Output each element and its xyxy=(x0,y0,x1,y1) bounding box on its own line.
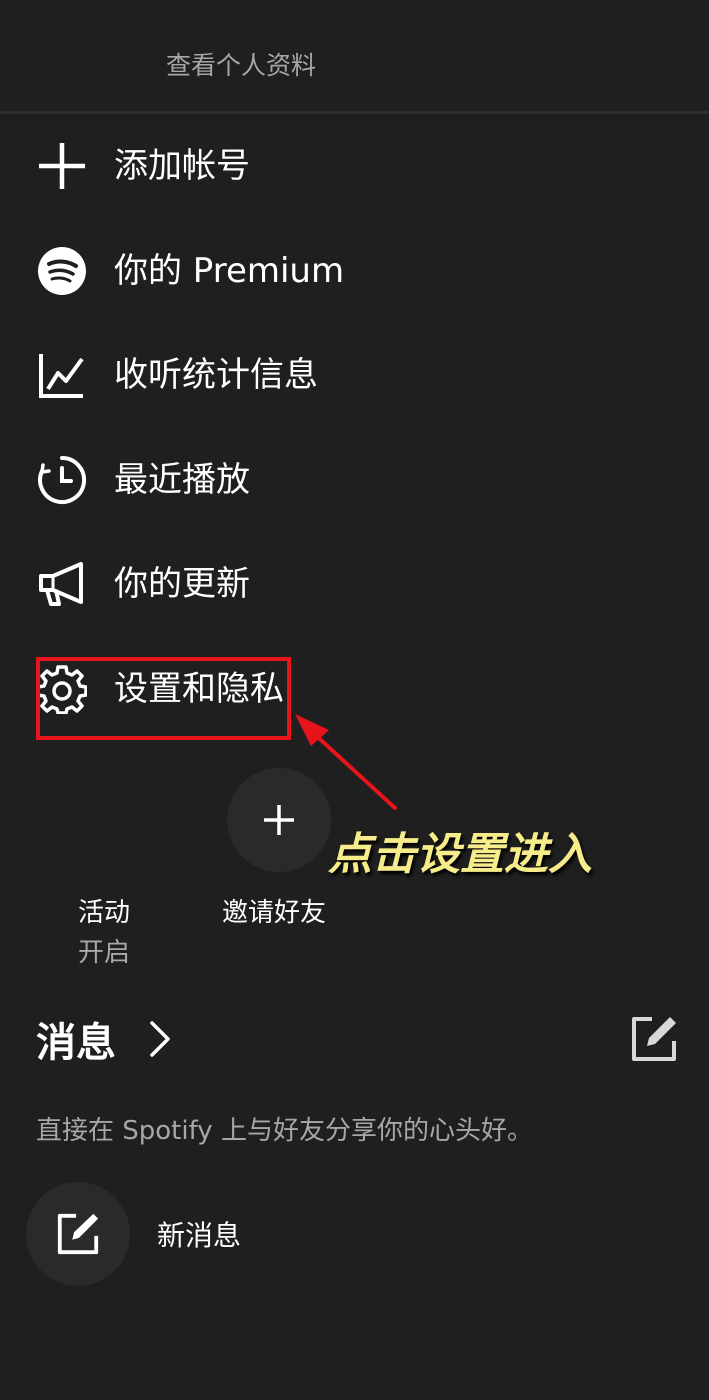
menu-item-label: 添加帐号 xyxy=(114,146,250,186)
activity-status: 开启 xyxy=(78,938,131,968)
compose-icon xyxy=(57,1213,99,1255)
invite-friends-label[interactable]: 邀请好友 xyxy=(222,892,326,929)
plus-icon xyxy=(36,140,88,192)
chevron-right-icon[interactable] xyxy=(148,1020,172,1058)
new-message-label[interactable]: 新消息 xyxy=(157,1214,241,1254)
messages-title[interactable]: 消息 xyxy=(36,1010,116,1068)
menu-item-label: 你的更新 xyxy=(114,564,250,604)
menu-item-add-account[interactable]: 添加帐号 xyxy=(0,140,709,220)
new-message-button[interactable] xyxy=(26,1182,130,1286)
menu-item-label: 最近播放 xyxy=(114,460,250,500)
spotify-logo-icon xyxy=(36,245,88,297)
menu-item-label: 你的 Premium xyxy=(114,251,345,291)
recent-clock-icon xyxy=(36,454,88,506)
menu-item-listening-stats[interactable]: 收听统计信息 xyxy=(0,349,709,429)
invite-friends-button[interactable] xyxy=(227,768,331,872)
stats-chart-icon xyxy=(36,349,88,401)
activity-label[interactable]: 活动 xyxy=(78,892,130,929)
menu-item-premium[interactable]: 你的 Premium xyxy=(0,245,709,325)
menu-item-your-updates[interactable]: 你的更新 xyxy=(0,558,709,638)
compose-icon[interactable] xyxy=(630,1015,678,1063)
annotation-text: 点击设置进入 xyxy=(328,829,592,880)
divider xyxy=(0,111,709,114)
menu-item-label: 收听统计信息 xyxy=(114,355,318,395)
menu-item-recently-played[interactable]: 最近播放 xyxy=(0,454,709,534)
megaphone-icon xyxy=(36,558,88,610)
messages-description: 直接在 Spotify 上与好友分享你的心头好。 xyxy=(36,1116,533,1146)
plus-icon xyxy=(264,805,294,835)
view-profile-link[interactable]: 查看个人资料 xyxy=(166,46,316,82)
highlight-box xyxy=(36,657,291,740)
